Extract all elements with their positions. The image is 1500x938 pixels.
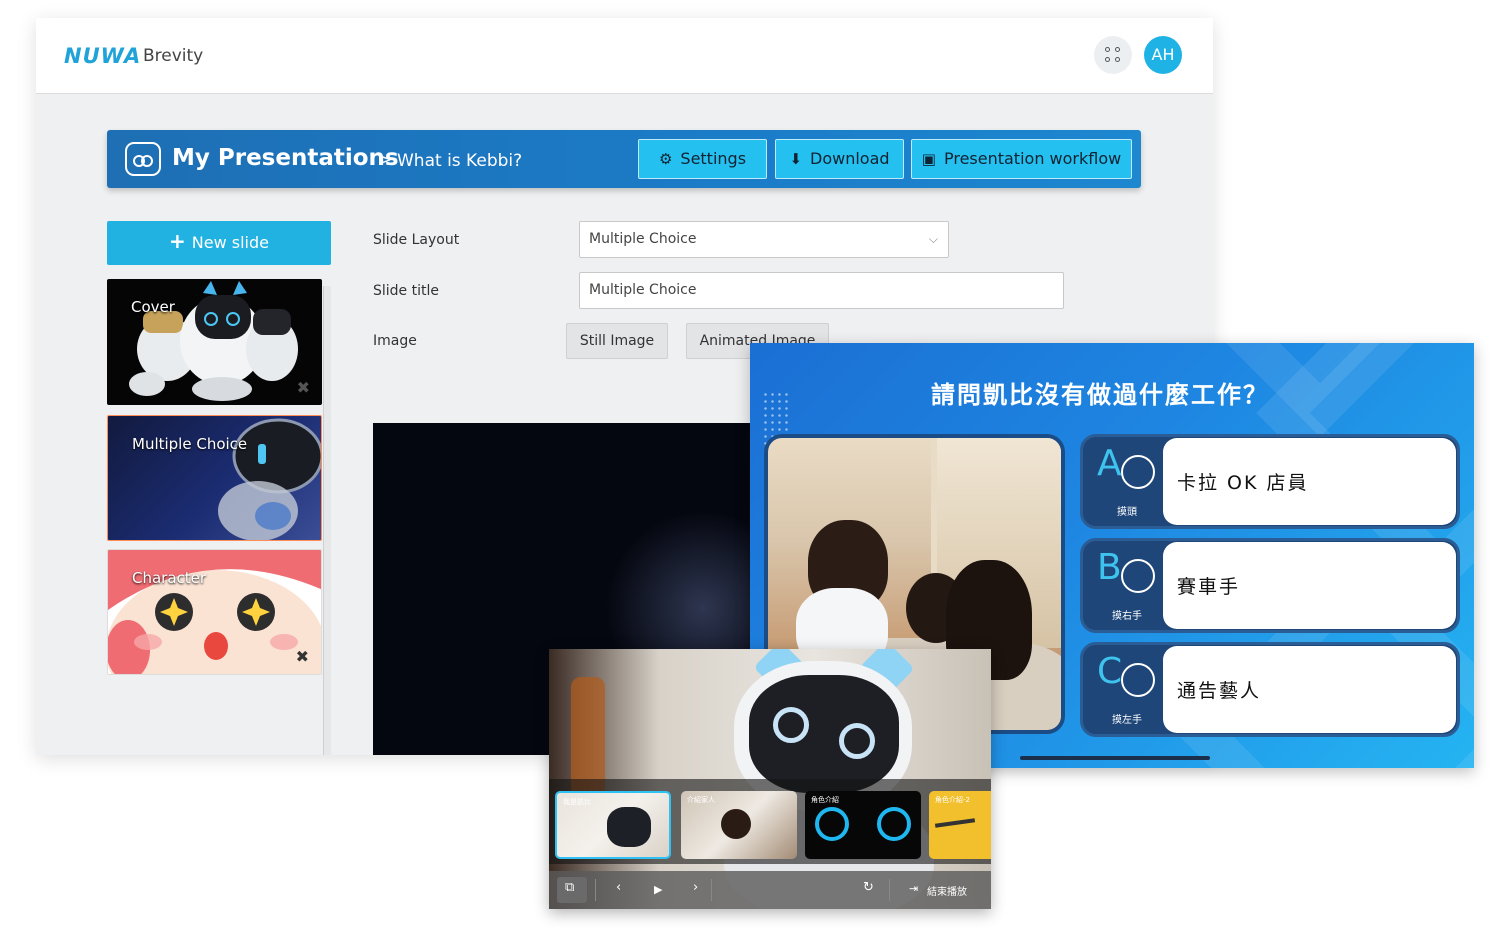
mini-robot [607,807,651,847]
slide-thumbnail-character[interactable]: Character ✖ [107,549,322,675]
player-thumb-label: 角色介紹 [811,796,839,804]
presentation-workflow-button[interactable]: ▣ Presentation workflow [911,139,1132,179]
player-thumbnail[interactable]: 角色介紹 [805,791,921,859]
refresh-icon[interactable]: ↻ [863,880,874,895]
option-letter: C [1097,651,1123,692]
head-touch-icon [1121,455,1155,489]
option-text: 通告藝人 [1177,680,1262,702]
breadcrumb-current: What is Kebbi? [397,151,523,171]
robot-eye-icon [773,707,809,743]
grid-dot-icon [1105,57,1110,62]
player-thumb-label: 介紹家人 [687,796,715,804]
option-letter: B [1097,547,1122,588]
option-text-box: 賽車手 [1163,542,1456,629]
slide-layout-select[interactable]: Multiple Choice ⌵ [579,221,949,258]
grid-dot-icon [1115,57,1120,62]
option-gesture: 摸右手 [1112,611,1142,622]
slide-title-input[interactable]: Multiple Choice [579,272,1064,309]
player-thumb-label: 角色介紹-2 [935,796,970,804]
answer-option-c[interactable]: C 摸左手 通告藝人 [1080,642,1460,737]
slide-title-label: Slide title [373,283,439,299]
slide-thumbnail-cover[interactable]: Cover ✖ [107,279,322,405]
grid-dot-icon [1105,47,1110,52]
image-icon: ▣ [921,150,936,168]
slide-label: Cover [131,298,175,316]
user-avatar[interactable]: AH [1144,36,1182,74]
still-image-button[interactable]: Still Image [566,323,668,359]
slide-title-value: Multiple Choice [589,282,697,298]
settings-button[interactable]: ⚙ Settings [638,139,767,179]
slides-scrollbar[interactable] [323,286,331,755]
play-icon[interactable]: ▶ [654,883,662,896]
robot-face-screen [749,675,899,793]
slide-layout-label: Slide Layout [373,232,460,248]
mini-person [721,809,751,839]
delete-slide-icon[interactable]: ✖ [297,378,310,397]
download-icon: ⬇ [789,150,803,168]
robot-eye-icon [839,723,875,759]
image-label: Image [373,333,417,349]
exit-icon: ⇥ [909,882,919,895]
option-letter: A [1097,443,1122,484]
product-name: Brevity [143,46,204,66]
option-text: 賽車手 [1177,576,1241,598]
right-hand-touch-icon [1121,559,1155,593]
gear-icon: ⚙ [658,150,673,168]
robot-face-icon [125,142,161,176]
pip-button[interactable]: ⧉ [557,877,587,903]
quiz-question: 請問凱比沒有做過什麼工作？ [931,381,1269,409]
eye-ring-icon [877,807,911,841]
settings-label: Settings [680,149,747,168]
my-presentations-link[interactable]: My Presentations [172,145,399,171]
delete-slide-icon[interactable]: ✖ [296,647,309,666]
controls-divider [711,879,712,901]
answer-option-a[interactable]: A 摸頭 卡拉 OK 店員 [1080,434,1460,529]
answer-option-b[interactable]: B 摸右手 賽車手 [1080,538,1460,633]
option-gesture: 摸左手 [1112,715,1142,726]
plus-icon: + [169,229,186,253]
slide-layout-value: Multiple Choice [589,231,697,247]
new-slide-label: New slide [191,233,269,252]
left-hand-touch-icon [1121,663,1155,697]
slide-thumbnail-multiple-choice[interactable]: Multiple Choice [107,415,322,541]
pip-icon: ⧉ [565,880,575,895]
nuwa-logo: NUWA [64,44,142,68]
exit-playback-button[interactable]: 結束播放 [927,883,967,898]
slide-label: Multiple Choice [132,435,248,453]
top-bar: NUWA Brevity AH [36,18,1213,94]
download-label: Download [810,149,890,168]
slide-label: Character [132,569,207,587]
character-brow [934,818,976,828]
player-thumbnail[interactable]: 介紹家人 [681,791,797,859]
option-text-box: 卡拉 OK 店員 [1163,438,1456,525]
option-gesture: 摸頭 [1117,507,1137,518]
prev-icon[interactable]: ‹ [616,880,621,895]
player-controls: ⧉ ‹ ▶ › ↻ ⇥ 結束播放 [549,871,991,909]
quiz-progress-bar [1020,756,1210,760]
player-thumb-label: 我是凱比 [563,798,591,806]
chevron-down-icon: ⌵ [928,232,938,246]
next-icon[interactable]: › [693,880,698,895]
eye-ring-icon [815,807,849,841]
controls-divider [889,879,890,901]
controls-divider [595,879,596,901]
breadcrumb-separator: > [378,150,393,170]
option-text-box: 通告藝人 [1163,646,1456,733]
player-thumbnail[interactable]: 角色介紹-2 [929,791,991,859]
grid-dot-icon [1115,47,1120,52]
slideshow-player: 我是凱比 介紹家人 角色介紹 角色介紹-2 ⧉ ‹ ▶ › ↻ ⇥ 結束播放 [549,649,991,909]
player-thumbnail[interactable]: 我是凱比 [555,791,671,859]
download-button[interactable]: ⬇ Download [775,139,904,179]
workflow-label: Presentation workflow [943,149,1122,168]
presentation-header: My Presentations > What is Kebbi? ⚙ Setti… [107,130,1141,188]
option-text: 卡拉 OK 店員 [1177,472,1309,494]
apps-grid-button[interactable] [1094,36,1132,74]
new-slide-button[interactable]: + New slide [107,221,331,265]
